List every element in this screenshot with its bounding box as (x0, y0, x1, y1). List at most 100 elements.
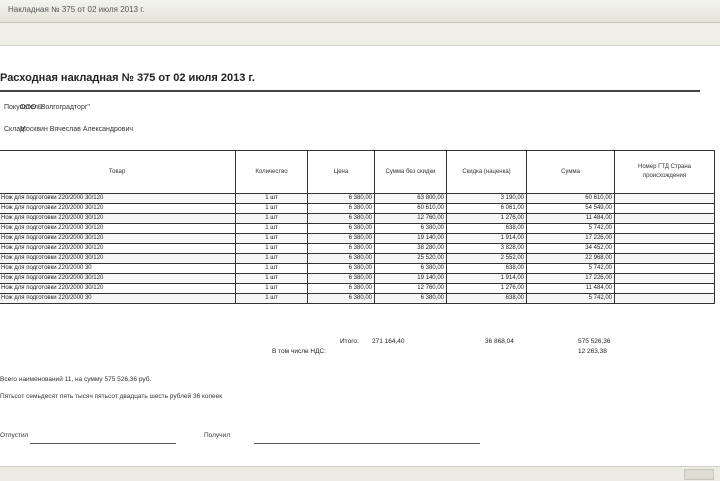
cell-sum: 5 742,00 (526, 263, 615, 274)
cell-sum: 54 549,00 (526, 203, 615, 214)
cell-customs-country (614, 243, 715, 254)
cell-discount: 638,00 (446, 293, 527, 304)
cell-customs-country (614, 203, 715, 214)
cell-discount: 3 828,00 (446, 243, 527, 254)
toolbar (0, 23, 720, 46)
cell-sum-wo-discount: 12 760,00 (374, 283, 447, 294)
table-row: Нож для подготовки 220/2000 30 1 шт 6 380,… (0, 263, 715, 274)
cell-price: 6 380,00 (307, 233, 375, 244)
cell-sum: 17 226,00 (526, 233, 615, 244)
table-row: Нож для подготовки 220/2000 30/120 1 шт 6 … (0, 223, 715, 234)
col-header-price: Цена (307, 150, 375, 194)
resize-grip[interactable] (684, 469, 714, 480)
cell-product: Нож для подготовки 220/2000 30 (0, 293, 236, 304)
cell-price: 6 380,00 (307, 253, 375, 264)
cell-sum-wo-discount: 19 140,00 (374, 233, 447, 244)
col-header-product: Товар (0, 150, 236, 194)
cell-quantity: 1 шт (235, 263, 308, 274)
items-table: Товар Количество Цена Сумма без скидки С… (0, 150, 715, 304)
table-header-row: Товар Количество Цена Сумма без скидки С… (0, 150, 715, 194)
cell-sum-wo-discount: 60 610,00 (374, 203, 447, 214)
cell-quantity: 1 шт (235, 273, 308, 284)
warehouse-label: Склад: (4, 126, 27, 133)
table-row: Нож для подготовки 220/2000 30/120 1 шт 6 … (0, 203, 715, 214)
cell-discount: 3 190,00 (446, 193, 527, 204)
col-header-quantity: Количество (235, 150, 308, 194)
window-titlebar: Накладная № 375 от 02 июля 2013 г. (0, 0, 720, 23)
table-row: Нож для подготовки 220/2000 30/120 1 шт 6 … (0, 233, 715, 244)
released-signature-line (30, 443, 176, 444)
cell-product: Нож для подготовки 220/2000 30/120 (0, 223, 236, 234)
cell-quantity: 1 шт (235, 283, 308, 294)
title-rule (0, 90, 700, 92)
cell-price: 6 380,00 (307, 223, 375, 234)
cell-price: 6 380,00 (307, 243, 375, 254)
warehouse-row: Склад: Москвин Вячеслав Александрович (4, 126, 133, 133)
cell-price: 6 380,00 (307, 193, 375, 204)
status-bar (0, 466, 720, 481)
cell-sum: 22 968,00 (526, 253, 615, 264)
cell-price: 6 380,00 (307, 213, 375, 224)
cell-price: 6 380,00 (307, 293, 375, 304)
buyer-label: Покупатель: (4, 104, 44, 111)
cell-product: Нож для подготовки 220/2000 30/120 (0, 253, 236, 264)
col-header-sum: Сумма (526, 150, 615, 194)
cell-customs-country (614, 233, 715, 244)
cell-sum-wo-discount: 38 280,00 (374, 243, 447, 254)
cell-product: Нож для подготовки 220/2000 30/120 (0, 193, 236, 204)
cell-customs-country (614, 273, 715, 284)
cell-customs-country (614, 263, 715, 274)
cell-customs-country (614, 293, 715, 304)
released-label: Отпустил (0, 432, 29, 439)
total-discount: 36 868,04 (485, 338, 514, 345)
cell-price: 6 380,00 (307, 283, 375, 294)
warehouse-value: Москвин Вячеслав Александрович (19, 126, 134, 133)
cell-product: Нож для подготовки 220/2000 30/120 (0, 273, 236, 284)
cell-sum-wo-discount: 63 800,00 (374, 193, 447, 204)
cell-sum: 5 742,00 (526, 293, 615, 304)
document-page: Расходная накладная № 375 от 02 июля 201… (0, 46, 720, 466)
buyer-row: Покупатель: ООО "Волгоградторг" (4, 104, 90, 111)
cell-sum: 17 226,00 (526, 273, 615, 284)
total-sum-wo-discount: 271 164,40 (372, 338, 405, 345)
cell-sum-wo-discount: 12 760,00 (374, 213, 447, 224)
table-row: Нож для подготовки 220/2000 30/120 1 шт 6 … (0, 253, 715, 264)
cell-customs-country (614, 253, 715, 264)
cell-discount: 2 552,00 (446, 253, 527, 264)
cell-product: Нож для подготовки 220/2000 30/120 (0, 243, 236, 254)
table-row: Нож для подготовки 220/2000 30/120 1 шт 6 … (0, 193, 715, 204)
cell-discount: 6 061,00 (446, 203, 527, 214)
cell-customs-country (614, 193, 715, 204)
cell-product: Нож для подготовки 220/2000 30/120 (0, 213, 236, 224)
cell-sum: 11 484,00 (526, 283, 615, 294)
cell-quantity: 1 шт (235, 213, 308, 224)
cell-sum-wo-discount: 6 380,00 (374, 293, 447, 304)
cell-discount: 638,00 (446, 223, 527, 234)
received-label: Получил (204, 432, 230, 439)
cell-sum: 5 742,00 (526, 223, 615, 234)
cell-price: 6 380,00 (307, 203, 375, 214)
table-row: Нож для подготовки 220/2000 30/120 1 шт 6 … (0, 243, 715, 254)
vat-label: В том числе НДС: (272, 348, 327, 355)
received-signature-line (254, 443, 480, 444)
cell-product: Нож для подготовки 220/2000 30 (0, 263, 236, 274)
document-title: Расходная накладная № 375 от 02 июля 201… (0, 72, 255, 84)
cell-sum-wo-discount: 19 140,00 (374, 273, 447, 284)
cell-discount: 1 276,00 (446, 283, 527, 294)
table-row: Нож для подготовки 220/2000 30 1 шт 6 380,… (0, 293, 715, 304)
cell-product: Нож для подготовки 220/2000 30/120 (0, 283, 236, 294)
cell-sum-wo-discount: 6 380,00 (374, 263, 447, 274)
table-row: Нож для подготовки 220/2000 30/120 1 шт 6 … (0, 283, 715, 294)
total-sum: 575 526,36 (578, 338, 611, 345)
items-count-line: Всего наименований 11, на сумму 575 526,… (0, 376, 152, 383)
col-header-sum-wo-discount: Сумма без скидки (374, 150, 447, 194)
cell-discount: 1 914,00 (446, 233, 527, 244)
window-title: Накладная № 375 от 02 июля 2013 г. (8, 5, 145, 14)
cell-sum-wo-discount: 25 520,00 (374, 253, 447, 264)
cell-quantity: 1 шт (235, 253, 308, 264)
vat-value: 12 263,38 (578, 348, 607, 355)
cell-discount: 1 914,00 (446, 273, 527, 284)
cell-quantity: 1 шт (235, 203, 308, 214)
cell-quantity: 1 шт (235, 243, 308, 254)
cell-sum: 34 452,00 (526, 243, 615, 254)
